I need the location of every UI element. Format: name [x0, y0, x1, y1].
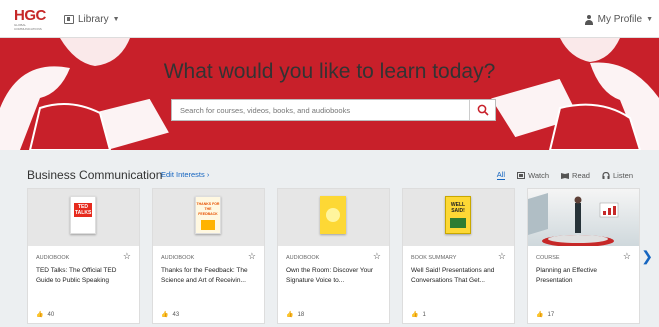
- filter-read-label: Read: [572, 170, 590, 180]
- like-count: 1: [422, 311, 426, 318]
- wellsaid-cover-text: WELL SAID!: [450, 202, 466, 214]
- carousel-next-button[interactable]: ❯: [641, 248, 653, 265]
- book-cover: THANKS FOR THE FEEDBACK: [195, 196, 221, 234]
- book-cover: WELL SAID!: [445, 196, 471, 234]
- card-thumbnail[interactable]: [278, 189, 389, 246]
- like-button[interactable]: 👍 17: [536, 311, 555, 319]
- library-icon: [64, 15, 74, 24]
- card-title[interactable]: Thanks for the Feedback: The Science and…: [161, 266, 259, 286]
- section-title: Business Communication: [27, 168, 163, 182]
- card-thumbnail[interactable]: WELL SAID!: [403, 189, 514, 246]
- edit-interests-label: Edit Interests: [161, 170, 205, 179]
- hero-title: What would you like to learn today?: [163, 60, 496, 83]
- like-button[interactable]: 👍 40: [36, 311, 55, 319]
- like-button[interactable]: 👍 43: [161, 311, 180, 319]
- content-card[interactable]: COURSE ☆ Planning an Effective Presentat…: [527, 188, 640, 324]
- filter-listen-label: Listen: [612, 170, 633, 180]
- like-button[interactable]: 👍 1: [411, 311, 426, 319]
- hero-illustration: [0, 38, 659, 150]
- video-icon: [517, 171, 526, 179]
- card-title[interactable]: TED Talks: The Official TED Guide to Pub…: [36, 266, 134, 286]
- card-thumbnail[interactable]: TED TALKS: [28, 189, 139, 246]
- library-label: Library: [78, 14, 109, 25]
- star-icon[interactable]: ☆: [123, 251, 131, 262]
- content-card[interactable]: AUDIOBOOK ☆ Own the Room: Discover Your …: [277, 188, 390, 324]
- feedback-cover-text: THANKS FOR THE FEEDBACK: [196, 202, 220, 216]
- card-thumbnail[interactable]: THANKS FOR THE FEEDBACK: [153, 189, 264, 246]
- chevron-down-icon: ▼: [112, 16, 120, 23]
- library-menu[interactable]: Library ▼: [64, 14, 120, 25]
- search-input[interactable]: [172, 100, 468, 120]
- headphones-icon: [602, 171, 610, 179]
- filter-all-label: All: [496, 170, 506, 179]
- like-count: 40: [47, 311, 55, 318]
- content-card[interactable]: TED TALKS AUDIOBOOK ☆ TED Talks: The Off…: [27, 188, 140, 324]
- content-card[interactable]: THANKS FOR THE FEEDBACK AUDIOBOOK ☆ Than…: [152, 188, 265, 324]
- filter-watch-label: Watch: [528, 170, 550, 180]
- thumbs-up-icon: 👍: [161, 312, 169, 318]
- card-type: AUDIOBOOK: [161, 255, 195, 261]
- thumbs-up-icon: 👍: [286, 312, 294, 318]
- chevron-down-icon: ▼: [646, 16, 653, 23]
- card-type: AUDIOBOOK: [36, 255, 70, 261]
- logo-text: HGC: [14, 7, 46, 24]
- book-cover: TED TALKS: [70, 196, 96, 234]
- like-button[interactable]: 👍 18: [286, 311, 305, 319]
- filter-all[interactable]: All: [496, 170, 506, 180]
- like-count: 18: [297, 311, 305, 318]
- logo-subtext: GLOBAL COMMUNICATIONS: [14, 23, 42, 31]
- search-icon: [477, 104, 489, 116]
- card-title[interactable]: Own the Room: Discover Your Signature Vo…: [286, 266, 384, 286]
- like-count: 17: [547, 311, 555, 318]
- filter-listen[interactable]: Listen: [602, 170, 633, 180]
- course-illustration: [528, 193, 619, 246]
- card-title[interactable]: Well Said! Presentations and Conversatio…: [411, 266, 509, 286]
- content-card[interactable]: WELL SAID! BOOK SUMMARY ☆ Well Said! Pre…: [402, 188, 515, 324]
- ted-cover-text: TED TALKS: [74, 203, 92, 217]
- thumbs-up-icon: 👍: [411, 312, 419, 318]
- card-thumbnail[interactable]: [528, 189, 639, 246]
- card-type: AUDIOBOOK: [286, 255, 320, 261]
- person-icon: [584, 14, 594, 25]
- hero-banner: What would you like to learn today?: [0, 38, 659, 150]
- search-button[interactable]: [469, 100, 495, 120]
- profile-label: My Profile: [597, 14, 643, 25]
- star-icon[interactable]: ☆: [623, 251, 631, 262]
- top-nav: HGC GLOBAL COMMUNICATIONS Library ▼ My P…: [0, 0, 659, 38]
- edit-interests-link[interactable]: Edit Interests ›: [161, 170, 209, 179]
- search-bar: [171, 99, 496, 121]
- hgc-logo[interactable]: HGC GLOBAL COMMUNICATIONS: [14, 8, 50, 32]
- content-filters: All Watch Read Listen: [496, 170, 633, 180]
- card-title[interactable]: Planning an Effective Presentation: [536, 266, 634, 286]
- chevron-right-icon: ❯: [641, 248, 653, 264]
- card-type: COURSE: [536, 255, 560, 261]
- filter-watch[interactable]: Watch: [517, 170, 549, 180]
- star-icon[interactable]: ☆: [248, 251, 256, 262]
- card-type: BOOK SUMMARY: [411, 255, 457, 261]
- book-cover: [320, 196, 346, 234]
- star-icon[interactable]: ☆: [498, 251, 506, 262]
- thumbs-up-icon: 👍: [536, 312, 544, 318]
- like-count: 43: [172, 311, 180, 318]
- star-icon[interactable]: ☆: [373, 251, 381, 262]
- chevron-right-icon: ›: [206, 170, 210, 179]
- book-icon: [561, 172, 570, 179]
- thumbs-up-icon: 👍: [36, 312, 44, 318]
- profile-menu[interactable]: My Profile ▼: [584, 14, 653, 25]
- filter-read[interactable]: Read: [561, 170, 590, 180]
